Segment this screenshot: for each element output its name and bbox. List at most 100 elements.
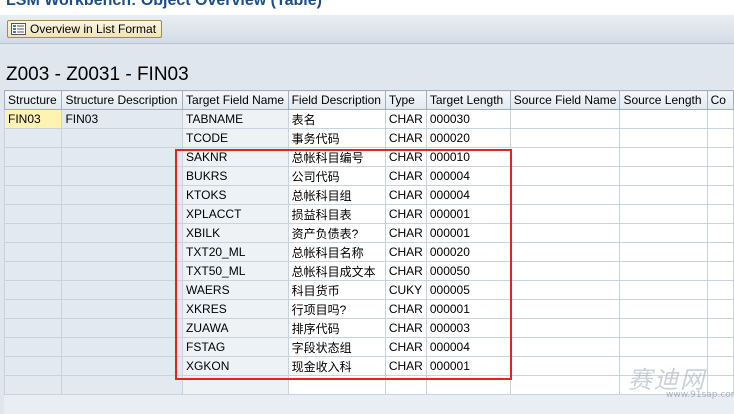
table-cell[interactable] — [509, 261, 621, 281]
table-cell[interactable] — [4, 280, 63, 300]
table-cell[interactable] — [619, 223, 708, 243]
table-cell[interactable] — [61, 318, 184, 338]
table-cell[interactable]: 总帐科目编号 — [287, 147, 386, 167]
table-cell[interactable]: SAKNR — [182, 147, 289, 167]
table-cell[interactable]: XGKON — [182, 356, 289, 376]
table-cell[interactable] — [509, 128, 621, 148]
table-cell[interactable]: TXT20_ML — [182, 242, 289, 262]
table-cell[interactable]: 科目货币 — [287, 280, 386, 300]
table-cell[interactable]: TXT50_ML — [182, 261, 289, 281]
table-cell[interactable]: CHAR — [384, 337, 427, 357]
table-cell[interactable]: 公司代码 — [287, 166, 386, 186]
table-cell[interactable] — [61, 166, 184, 186]
column-header[interactable]: Target Field Name — [182, 90, 289, 110]
table-cell[interactable]: CHAR — [384, 109, 427, 129]
table-cell[interactable]: CHAR — [384, 299, 427, 319]
table-cell[interactable] — [509, 109, 621, 129]
column-header[interactable]: Source Field Name — [509, 90, 621, 110]
table-cell[interactable] — [4, 375, 63, 395]
table-cell[interactable] — [4, 261, 63, 281]
table-cell[interactable] — [425, 375, 511, 395]
table-cell[interactable] — [61, 280, 184, 300]
table-cell[interactable]: 000004 — [425, 337, 511, 357]
table-cell[interactable]: 000004 — [425, 166, 511, 186]
table-cell[interactable] — [619, 375, 708, 395]
table-cell[interactable] — [61, 261, 184, 281]
table-cell[interactable]: 排序代码 — [287, 318, 386, 338]
table-cell[interactable]: CHAR — [384, 318, 427, 338]
table-cell[interactable] — [509, 299, 621, 319]
table-cell[interactable] — [706, 356, 734, 376]
table-cell[interactable]: 000003 — [425, 318, 511, 338]
table-cell[interactable] — [509, 356, 621, 376]
table-cell[interactable] — [287, 375, 386, 395]
table-cell[interactable]: KTOKS — [182, 185, 289, 205]
table-cell[interactable] — [706, 242, 734, 262]
table-cell[interactable]: FIN03 — [61, 109, 184, 129]
table-cell[interactable] — [509, 147, 621, 167]
table-cell[interactable]: CHAR — [384, 356, 427, 376]
table-cell[interactable]: XKRES — [182, 299, 289, 319]
table-cell[interactable] — [509, 318, 621, 338]
table-cell[interactable]: 现金收入科 — [287, 356, 386, 376]
table-cell[interactable] — [509, 166, 621, 186]
table-cell[interactable] — [61, 147, 184, 167]
table-cell[interactable] — [4, 166, 63, 186]
column-header[interactable]: Source Length — [619, 90, 708, 110]
table-cell[interactable] — [509, 185, 621, 205]
table-cell[interactable] — [4, 223, 63, 243]
table-cell[interactable]: CHAR — [384, 223, 427, 243]
table-cell[interactable] — [61, 356, 184, 376]
table-cell[interactable] — [706, 204, 734, 224]
table-cell[interactable] — [619, 109, 708, 129]
table-cell[interactable]: XBILK — [182, 223, 289, 243]
table-cell[interactable] — [4, 128, 63, 148]
table-cell[interactable]: CUKY — [384, 280, 427, 300]
table-cell[interactable] — [4, 318, 63, 338]
table-cell[interactable] — [706, 185, 734, 205]
table-cell[interactable] — [706, 375, 734, 395]
table-cell[interactable] — [61, 242, 184, 262]
table-cell[interactable]: CHAR — [384, 261, 427, 281]
table-cell[interactable]: 字段状态组 — [287, 337, 386, 357]
table-cell[interactable]: CHAR — [384, 128, 427, 148]
table-cell[interactable] — [706, 147, 734, 167]
table-cell[interactable]: CHAR — [384, 204, 427, 224]
table-cell[interactable] — [706, 261, 734, 281]
table-cell[interactable] — [619, 261, 708, 281]
table-cell[interactable]: 000001 — [425, 299, 511, 319]
table-cell[interactable] — [706, 318, 734, 338]
table-cell[interactable]: 000001 — [425, 223, 511, 243]
table-cell[interactable] — [706, 166, 734, 186]
column-header[interactable]: Field Description — [287, 90, 386, 110]
table-cell[interactable] — [4, 204, 63, 224]
table-cell[interactable] — [61, 299, 184, 319]
table-cell[interactable]: 000001 — [425, 204, 511, 224]
table-cell[interactable]: WAERS — [182, 280, 289, 300]
table-cell[interactable]: 总帐科目成文本 — [287, 261, 386, 281]
column-header[interactable]: Target Length — [425, 90, 511, 110]
table-cell[interactable] — [4, 185, 63, 205]
table-cell[interactable] — [61, 375, 184, 395]
table-cell[interactable] — [706, 128, 734, 148]
table-cell[interactable] — [509, 204, 621, 224]
table-cell[interactable] — [619, 185, 708, 205]
table-cell[interactable]: 000030 — [425, 109, 511, 129]
table-cell[interactable] — [509, 337, 621, 357]
table-cell[interactable] — [61, 204, 184, 224]
table-cell[interactable]: 事务代码 — [287, 128, 386, 148]
table-cell[interactable]: BUKRS — [182, 166, 289, 186]
table-cell[interactable] — [4, 299, 63, 319]
table-cell[interactable]: 000020 — [425, 128, 511, 148]
table-cell[interactable] — [384, 375, 427, 395]
table-cell[interactable]: 表名 — [287, 109, 386, 129]
table-cell[interactable]: 000001 — [425, 356, 511, 376]
table-cell[interactable] — [509, 375, 621, 395]
table-cell[interactable] — [619, 299, 708, 319]
table-cell[interactable] — [619, 356, 708, 376]
table-cell[interactable] — [619, 128, 708, 148]
table-cell[interactable]: 资产负债表? — [287, 223, 386, 243]
table-cell[interactable]: FSTAG — [182, 337, 289, 357]
table-cell[interactable]: CHAR — [384, 166, 427, 186]
table-cell[interactable]: XPLACCT — [182, 204, 289, 224]
